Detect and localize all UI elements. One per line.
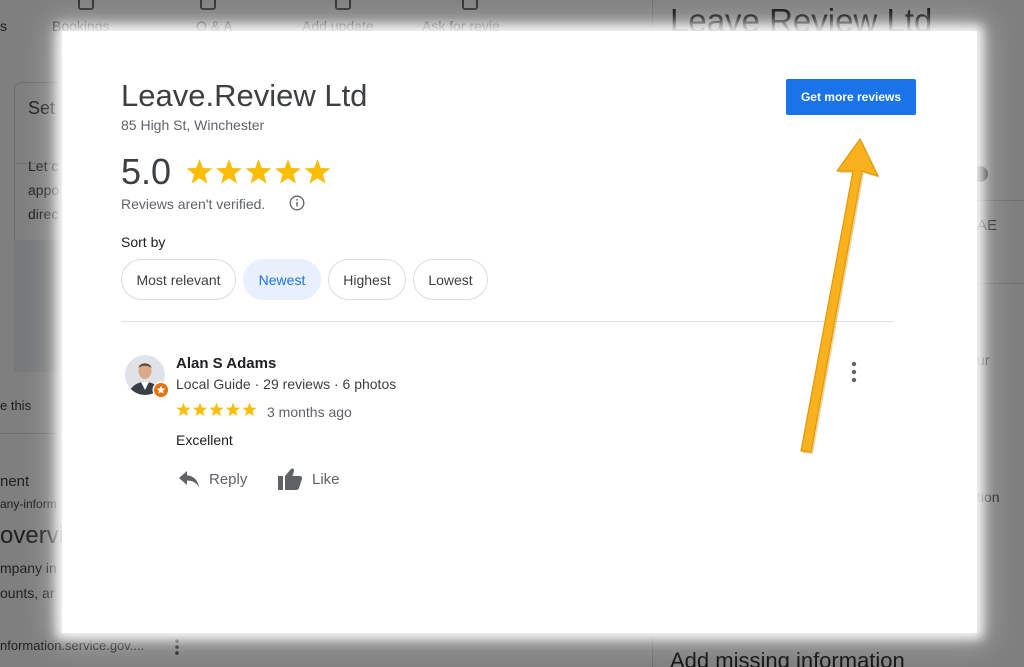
- star-icon: [209, 402, 224, 417]
- business-name: Leave.Review Ltd: [121, 78, 368, 113]
- review-time: 3 months ago: [267, 404, 352, 420]
- review-stars: [176, 402, 257, 422]
- local-guide-badge-icon: [152, 381, 170, 399]
- sort-chip-highest[interactable]: Highest: [328, 259, 406, 300]
- star-row: [186, 159, 331, 184]
- more-vert-icon[interactable]: [847, 360, 861, 384]
- get-more-reviews-button[interactable]: Get more reviews: [786, 79, 916, 115]
- star-icon: [192, 402, 208, 417]
- star-icon: [242, 402, 257, 417]
- star-icon: [225, 402, 241, 417]
- section-divider: [121, 321, 894, 322]
- reviews-dialog: Leave.Review Ltd 85 High St, Winchester …: [62, 31, 977, 633]
- sort-chip-lowest[interactable]: Lowest: [413, 259, 488, 300]
- star-icon: [275, 159, 301, 184]
- like-label: Like: [312, 470, 340, 488]
- star-icon: [186, 159, 213, 184]
- sort-by-label: Sort by: [121, 234, 166, 250]
- reviewer-meta: Local Guide · 29 reviews · 6 photos: [176, 376, 397, 392]
- reply-button[interactable]: Reply: [178, 464, 247, 494]
- avatar[interactable]: [125, 354, 171, 400]
- like-button[interactable]: Like: [277, 464, 340, 494]
- business-address: 85 High St, Winchester: [121, 117, 265, 133]
- reviews-unverified-note: Reviews aren't verified.: [121, 196, 266, 212]
- review-text: Excellent: [176, 432, 233, 448]
- sort-chip-newest[interactable]: Newest: [243, 259, 321, 300]
- reply-icon: [179, 471, 199, 487]
- overall-rating-stars: [186, 158, 331, 190]
- star-icon: [304, 159, 331, 184]
- reply-label: Reply: [209, 470, 248, 488]
- sort-chip-most-relevant[interactable]: Most relevant: [121, 259, 236, 300]
- info-icon[interactable]: [289, 195, 305, 211]
- overall-rating: 5.0: [121, 151, 172, 192]
- star-icon: [245, 159, 272, 184]
- star-icon: [176, 402, 191, 417]
- star-icon: [216, 159, 242, 184]
- reviewer-name[interactable]: Alan S Adams: [176, 355, 276, 372]
- thumbs-up-icon: [278, 468, 303, 490]
- star-row: [176, 402, 257, 417]
